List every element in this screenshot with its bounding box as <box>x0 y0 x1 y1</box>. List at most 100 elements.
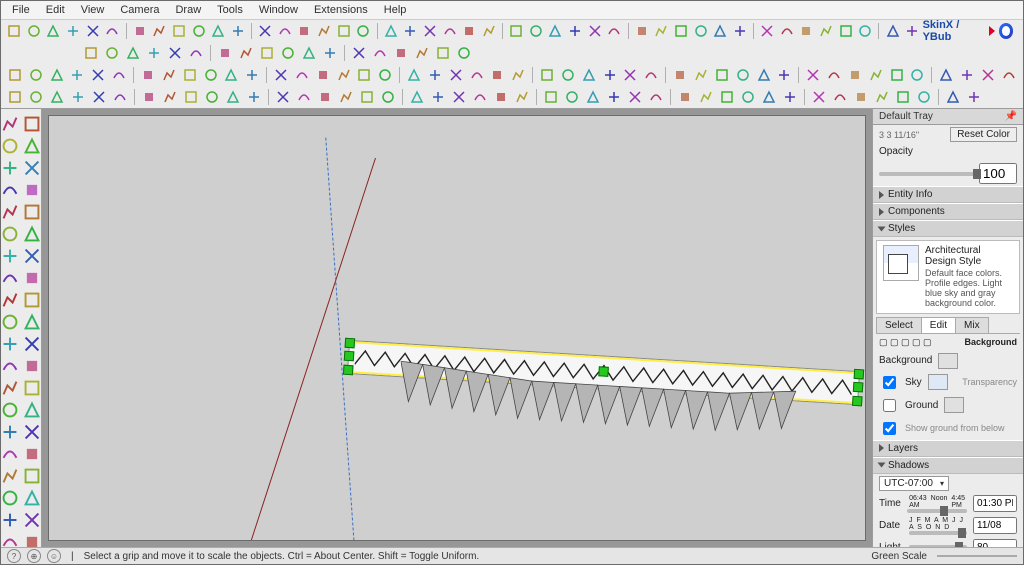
info-icon[interactable]: ? <box>7 549 21 563</box>
toolbar-button[interactable] <box>428 87 448 107</box>
tool-button[interactable] <box>1 224 20 244</box>
toolbar-button[interactable] <box>507 21 526 41</box>
opacity-value[interactable] <box>979 163 1017 184</box>
tool-button[interactable] <box>22 444 42 464</box>
toolbar-button[interactable] <box>830 87 850 107</box>
toolbar-button[interactable] <box>320 43 340 63</box>
toolbar-button[interactable] <box>336 87 356 107</box>
toolbar-button[interactable] <box>315 21 334 41</box>
toolbar-button[interactable] <box>845 65 865 85</box>
tool-button[interactable] <box>22 422 42 442</box>
toolbar-button[interactable] <box>407 87 427 107</box>
tool-button[interactable] <box>22 158 42 178</box>
tool-button[interactable] <box>22 312 42 332</box>
tool-button[interactable] <box>22 224 42 244</box>
toolbar-button[interactable] <box>139 87 159 107</box>
toolbar-button[interactable] <box>488 65 508 85</box>
panel-entity-info[interactable]: Entity Info <box>873 186 1023 203</box>
toolbar-button[interactable] <box>780 87 800 107</box>
toolbar-button[interactable] <box>508 65 528 85</box>
toolbar-button[interactable] <box>964 87 984 107</box>
toolbar-button[interactable] <box>103 21 122 41</box>
toolbar-button[interactable] <box>621 65 641 85</box>
menu-edit[interactable]: Edit <box>39 2 72 18</box>
tool-button[interactable] <box>1 268 20 288</box>
toolbar-button[interactable] <box>652 21 671 41</box>
menu-extensions[interactable]: Extensions <box>307 2 375 18</box>
toolbar-button[interactable] <box>391 43 411 63</box>
date-value[interactable] <box>973 517 1017 534</box>
tool-button[interactable] <box>22 180 42 200</box>
toolbar-button[interactable] <box>604 87 624 107</box>
toolbar-button[interactable] <box>978 65 998 85</box>
toolbar-button[interactable] <box>209 21 228 41</box>
user-icon[interactable]: ☺ <box>47 549 61 563</box>
geo-icon[interactable]: ⊕ <box>27 549 41 563</box>
background-swatch[interactable] <box>938 353 958 369</box>
tool-button[interactable] <box>1 510 20 530</box>
toolbar-button[interactable] <box>271 65 291 85</box>
toolbar-button[interactable] <box>25 21 44 41</box>
tool-button[interactable] <box>22 246 42 266</box>
toolbar-button[interactable] <box>936 65 956 85</box>
toolbar-button[interactable] <box>943 87 963 107</box>
menu-camera[interactable]: Camera <box>113 2 166 18</box>
toolbar-button[interactable] <box>150 21 169 41</box>
toolbar-button[interactable] <box>774 65 794 85</box>
toolbar-button[interactable] <box>433 43 453 63</box>
toolbar-button[interactable] <box>313 65 333 85</box>
timezone-dropdown[interactable]: UTC-07:00 <box>879 476 949 491</box>
tray-title[interactable]: Default Tray📌 <box>873 109 1023 125</box>
toolbar-button[interactable] <box>797 21 816 41</box>
toolbar-button[interactable] <box>378 87 398 107</box>
scale-grip[interactable] <box>343 365 354 376</box>
panel-layers[interactable]: Layers <box>873 440 1023 457</box>
toolbar-button[interactable] <box>778 21 797 41</box>
brand-label[interactable]: SkinX / YBub <box>923 20 1020 42</box>
toolbar-button[interactable] <box>201 65 221 85</box>
tool-button[interactable] <box>22 268 42 288</box>
toolbar-button[interactable] <box>738 87 758 107</box>
toolbar-button[interactable] <box>236 43 256 63</box>
toolbar-button[interactable] <box>824 65 844 85</box>
toolbar-button[interactable] <box>202 87 222 107</box>
toolbar-button[interactable] <box>641 65 661 85</box>
toolbar-button[interactable] <box>370 43 390 63</box>
selected-geometry[interactable] <box>349 341 859 481</box>
toolbar-button[interactable] <box>130 21 149 41</box>
toolbar-button[interactable] <box>446 65 466 85</box>
tool-button[interactable] <box>1 246 20 266</box>
toolbar-button[interactable] <box>68 87 88 107</box>
toolbar-button[interactable] <box>44 21 63 41</box>
toolbar-button[interactable] <box>144 43 164 63</box>
toolbar-button[interactable] <box>68 65 88 85</box>
tool-button[interactable] <box>1 114 20 134</box>
tab-select[interactable]: Select <box>876 317 922 333</box>
toolbar-button[interactable] <box>670 65 690 85</box>
toolbar-button[interactable] <box>88 65 108 85</box>
tool-button[interactable] <box>22 400 42 420</box>
toolbar-button[interactable] <box>160 87 180 107</box>
tool-button[interactable] <box>1 334 20 354</box>
tool-button[interactable] <box>1 312 20 332</box>
toolbar-button[interactable] <box>83 21 102 41</box>
tool-button[interactable] <box>1 290 20 310</box>
toolbar-button[interactable] <box>454 43 474 63</box>
toolbar-button[interactable] <box>357 87 377 107</box>
toolbar-button[interactable] <box>893 87 913 107</box>
toolbar-button[interactable] <box>541 87 561 107</box>
toolbar-button[interactable] <box>257 43 277 63</box>
toolbar-button[interactable] <box>170 21 189 41</box>
toolbar-button[interactable] <box>712 65 732 85</box>
toolbar-button[interactable] <box>228 21 247 41</box>
toolbar-button[interactable] <box>47 87 67 107</box>
toolbar-button[interactable] <box>449 87 469 107</box>
scale-grip[interactable] <box>345 338 356 349</box>
toolbar-button[interactable] <box>181 87 201 107</box>
toolbar-button[interactable] <box>26 87 46 107</box>
toolbar-button[interactable] <box>354 21 373 41</box>
menu-draw[interactable]: Draw <box>168 2 208 18</box>
menu-tools[interactable]: Tools <box>210 2 250 18</box>
tool-button[interactable] <box>22 202 42 222</box>
toolbar-button[interactable] <box>109 65 129 85</box>
